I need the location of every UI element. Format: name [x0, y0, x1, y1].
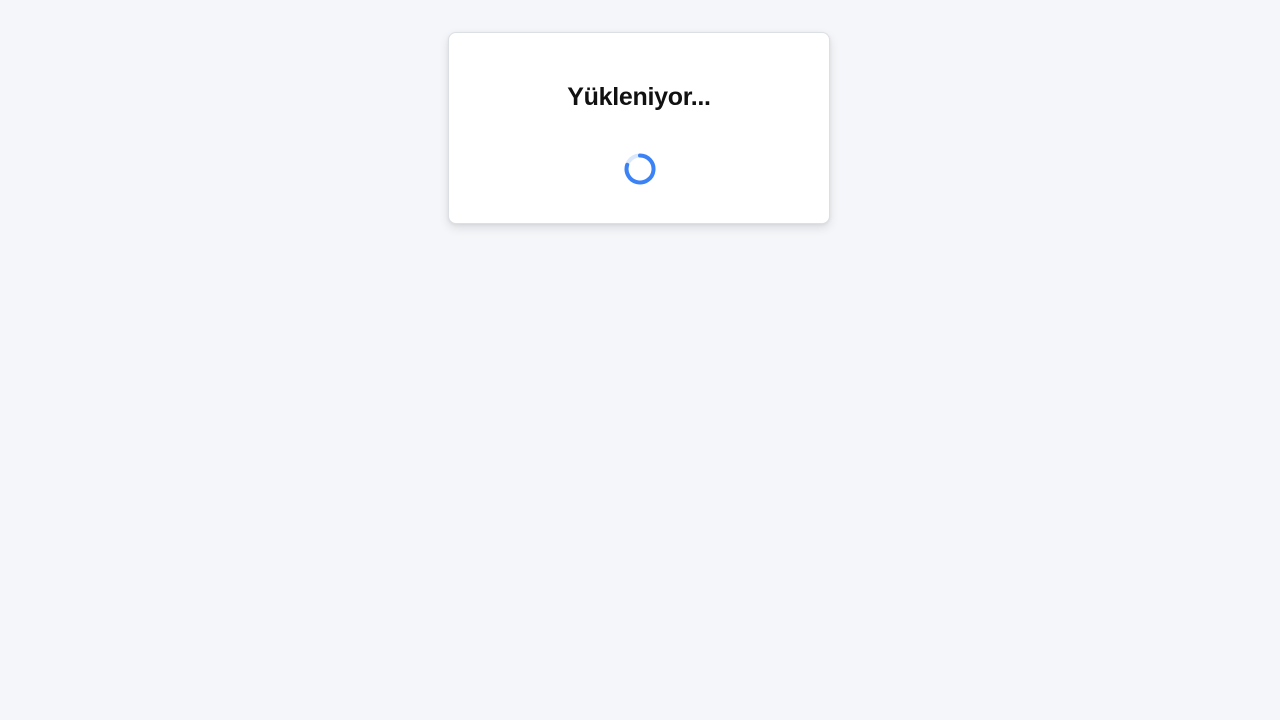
loading-title: Yükleniyor...: [567, 83, 711, 111]
loading-card: Yükleniyor...: [448, 32, 830, 224]
loading-spinner-icon: [624, 153, 656, 185]
page: Yükleniyor...: [0, 0, 1280, 720]
